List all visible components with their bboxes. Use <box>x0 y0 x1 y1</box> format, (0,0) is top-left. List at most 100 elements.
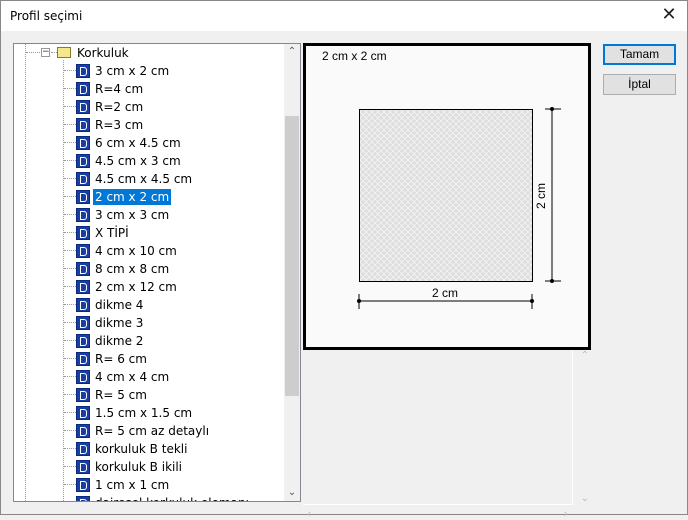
tree-item-label: R= 5 cm az detaylı <box>95 424 210 438</box>
profile-icon <box>76 298 90 312</box>
profile-icon <box>76 136 90 150</box>
tree-item[interactable]: dikme 4 <box>14 296 286 314</box>
tree-item-label: 6 cm x 4.5 cm <box>95 136 181 150</box>
collapse-icon[interactable]: − <box>41 48 50 57</box>
tree-connector <box>64 268 76 269</box>
tree-item[interactable]: R= 6 cm <box>14 350 286 368</box>
tree-item[interactable]: 3 cm x 2 cm <box>14 62 286 80</box>
tree-item-label: 2 cm x 2 cm <box>91 188 173 206</box>
close-icon[interactable]: ✕ <box>657 4 681 28</box>
tree-item[interactable]: korkuluk B tekli <box>14 440 286 458</box>
tree-item-label: 3 cm x 2 cm <box>95 64 170 78</box>
profile-icon <box>76 406 90 420</box>
tree-item[interactable]: 1.5 cm x 1.5 cm <box>14 404 286 422</box>
profile-icon <box>76 262 90 276</box>
tree-connector <box>64 196 76 197</box>
tree-connector <box>26 52 40 53</box>
tree-item-label: R=3 cm <box>95 118 144 132</box>
tree-item[interactable]: 4 cm x 4 cm <box>14 368 286 386</box>
folder-label: Korkuluk <box>77 46 129 60</box>
scroll-up-icon[interactable]: ⌃ <box>284 44 300 60</box>
tree-item-label: R= 5 cm <box>95 388 147 402</box>
tree-item-label: dikme 3 <box>95 316 144 330</box>
scroll-right-icon[interactable]: › <box>564 507 568 520</box>
tree-item-label: dikme 4 <box>95 298 144 312</box>
profile-icon <box>76 154 90 168</box>
scroll-up-icon[interactable]: ⌃ <box>581 350 589 361</box>
tree-item[interactable]: dairesel korkuluk elemanı <box>14 494 286 501</box>
tree-item[interactable]: 1 cm x 1 cm <box>14 476 286 494</box>
tree-connector <box>64 160 76 161</box>
tree-item[interactable]: korkuluk B ikili <box>14 458 286 476</box>
tree-item-label: 8 cm x 8 cm <box>95 262 170 276</box>
tree-item[interactable]: 2 cm x 12 cm <box>14 278 286 296</box>
profile-icon <box>76 118 90 132</box>
tree-item[interactable]: 4 cm x 10 cm <box>14 242 286 260</box>
width-label: 2 cm <box>432 286 459 300</box>
tree-connector <box>64 214 76 215</box>
preview-scroll-area[interactable]: ⌃ ⌄ ‹ › <box>303 350 589 520</box>
scroll-left-icon[interactable]: ‹ <box>307 507 311 520</box>
tree-connector <box>64 250 76 251</box>
tree-item[interactable]: 4.5 cm x 4.5 cm <box>14 170 286 188</box>
profile-icon <box>76 334 90 348</box>
tree-connector <box>64 124 76 125</box>
tree-item[interactable]: R= 5 cm az detaylı <box>14 422 286 440</box>
tree-item[interactable]: 8 cm x 8 cm <box>14 260 286 278</box>
tree-item-label: korkuluk B ikili <box>95 460 183 474</box>
tree-item-label: dairesel korkuluk elemanı <box>93 495 251 501</box>
tree-item[interactable]: R=3 cm <box>14 116 286 134</box>
profile-icon <box>76 496 90 501</box>
profile-icon <box>76 424 90 438</box>
tree-item-label: 1 cm x 1 cm <box>95 478 170 492</box>
cancel-button[interactable]: İptal <box>603 74 676 95</box>
profile-icon <box>76 442 90 456</box>
tree-connector <box>64 88 76 89</box>
profile-icon <box>76 478 90 492</box>
tree-item[interactable]: dikme 3 <box>14 314 286 332</box>
profile-icon <box>76 316 90 330</box>
tree-item-label: 4 cm x 10 cm <box>95 244 177 258</box>
scroll-down-icon[interactable]: ⌄ <box>284 485 300 501</box>
tree-item-label: 4.5 cm x 3 cm <box>95 154 181 168</box>
tree-folder-korkuluk[interactable]: − Korkuluk <box>14 44 286 62</box>
profile-tree[interactable]: − Korkuluk 3 cm x 2 cm R=4 cm R=2 cm R=3 cm… <box>13 43 301 502</box>
profile-icon <box>76 280 90 294</box>
tree-item-label: 2 cm x 12 cm <box>95 280 177 294</box>
tree-item[interactable]: X TİPİ <box>14 224 286 242</box>
tree-connector <box>64 340 76 341</box>
tree-connector <box>64 286 76 287</box>
tree-connector <box>64 430 76 431</box>
tree-item-label: R=4 cm <box>95 82 144 96</box>
tree-item[interactable]: 4.5 cm x 3 cm <box>14 152 286 170</box>
window-title: Profil seçimi <box>10 9 83 23</box>
vertical-scrollbar[interactable]: ⌃ ⌄ <box>284 44 300 501</box>
profile-section <box>359 109 533 282</box>
ok-button[interactable]: Tamam <box>603 44 676 65</box>
tree-item-label: korkuluk B tekli <box>95 442 188 456</box>
tree-item-label: X TİPİ <box>95 226 129 240</box>
tree-item[interactable]: R=2 cm <box>14 98 286 116</box>
tree-item[interactable]: R=4 cm <box>14 80 286 98</box>
profile-icon <box>76 226 90 240</box>
tree-connector <box>64 376 76 377</box>
tree-item-label: 4.5 cm x 4.5 cm <box>95 172 193 186</box>
tree-item[interactable]: R= 5 cm <box>14 386 286 404</box>
profile-icon <box>76 64 90 78</box>
scrollbar-thumb[interactable] <box>285 116 299 396</box>
profile-icon <box>76 190 90 204</box>
title-bar: Profil seçimi ✕ <box>1 1 687 31</box>
tree-connector <box>64 466 76 467</box>
scroll-down-icon[interactable]: ⌄ <box>581 493 589 504</box>
tree-item[interactable]: 6 cm x 4.5 cm <box>14 134 286 152</box>
tree-connector <box>64 232 76 233</box>
tree-connector <box>64 448 76 449</box>
profile-icon <box>76 208 90 222</box>
profile-icon <box>76 100 90 114</box>
tree-item[interactable]: dikme 2 <box>14 332 286 350</box>
tree-item[interactable]: 2 cm x 2 cm <box>14 188 286 206</box>
tree-item-label: 4 cm x 4 cm <box>95 370 170 384</box>
profile-icon <box>76 82 90 96</box>
tree-item[interactable]: 3 cm x 3 cm <box>14 206 286 224</box>
tree-item-label: R= 6 cm <box>95 352 147 366</box>
